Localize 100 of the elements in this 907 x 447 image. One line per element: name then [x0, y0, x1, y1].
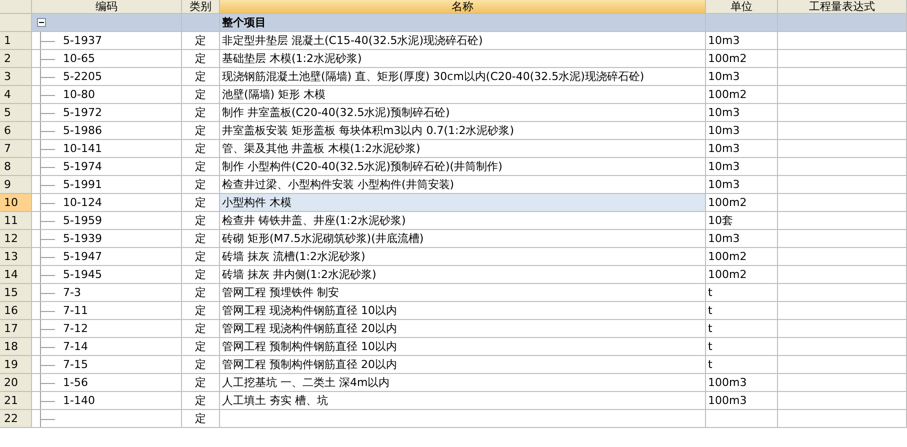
- row-number[interactable]: 3: [0, 68, 32, 86]
- table-cell: 100m2: [706, 194, 778, 212]
- table-cell: 管网工程 预埋铁件 制安: [220, 284, 706, 302]
- table-cell: 定: [182, 302, 220, 320]
- column-header[interactable]: 编码: [32, 0, 182, 14]
- table-cell: 定: [182, 320, 220, 338]
- table-cell: 100m2: [706, 248, 778, 266]
- column-header[interactable]: 工程量表达式: [778, 0, 907, 14]
- table-cell: [706, 14, 778, 32]
- table-cell: 定: [182, 122, 220, 140]
- table-cell: 定: [182, 248, 220, 266]
- row-number[interactable]: 2: [0, 50, 32, 68]
- row-number[interactable]: 13: [0, 248, 32, 266]
- table-cell: 管网工程 预制构件钢筋直径 20以内: [220, 356, 706, 374]
- table-cell: 砖墙 抹灰 流槽(1:2水泥砂浆): [220, 248, 706, 266]
- table-cell: 定: [182, 104, 220, 122]
- table-cell: 定: [182, 176, 220, 194]
- tree-line: [40, 176, 55, 193]
- table-cell: 10m3: [706, 32, 778, 50]
- table-cell: 100m2: [706, 266, 778, 284]
- row-number[interactable]: 14: [0, 266, 32, 284]
- tree-line: [40, 266, 55, 283]
- table-cell-text: 5-2205: [63, 69, 102, 85]
- table-cell-text: 1-56: [63, 375, 88, 391]
- tree-line: [40, 104, 55, 121]
- tree-line: [40, 50, 55, 67]
- table-cell: t: [706, 338, 778, 356]
- row-number[interactable]: 12: [0, 230, 32, 248]
- row-number[interactable]: 16: [0, 302, 32, 320]
- table-cell: 定: [182, 86, 220, 104]
- table-cell: 管网工程 预制构件钢筋直径 10以内: [220, 338, 706, 356]
- table-cell: 人工挖基坑 一、二类土 深4m以内: [220, 374, 706, 392]
- table-cell-text: 7-15: [63, 357, 88, 373]
- table-cell: 管网工程 现浇构件钢筋直径 20以内: [220, 320, 706, 338]
- column-header[interactable]: 单位: [706, 0, 778, 14]
- table-cell: 定: [182, 32, 220, 50]
- table-cell: 10m3: [706, 104, 778, 122]
- table-cell: 定: [182, 50, 220, 68]
- table-cell: 检查井 铸铁井盖、井座(1:2水泥砂浆): [220, 212, 706, 230]
- table-cell: 定: [182, 374, 220, 392]
- table-cell: 砖墙 抹灰 井内侧(1:2水泥砂浆): [220, 266, 706, 284]
- tree-line: [40, 140, 55, 157]
- table-cell: 池壁(隔墙) 矩形 木模: [220, 86, 706, 104]
- table-cell-text: 5-1974: [63, 159, 102, 175]
- group-label: 整个项目: [220, 14, 706, 32]
- row-number[interactable]: 11: [0, 212, 32, 230]
- tree-line: [40, 86, 55, 103]
- tree-line: [40, 212, 55, 229]
- collapse-toggle-icon[interactable]: [37, 18, 46, 27]
- row-number[interactable]: 10: [0, 194, 32, 212]
- table-cell-text: 1-140: [63, 393, 95, 409]
- row-number[interactable]: 22: [0, 410, 32, 428]
- table-cell: 定: [182, 140, 220, 158]
- table-cell: 定: [182, 284, 220, 302]
- tree-line: [40, 356, 55, 373]
- corner-header: [0, 0, 32, 14]
- row-number[interactable]: 15: [0, 284, 32, 302]
- table-cell-text: 10-124: [63, 195, 102, 211]
- table-cell-text: 10-141: [63, 141, 102, 157]
- table-cell-text: 7-14: [63, 339, 88, 355]
- row-number[interactable]: 7: [0, 140, 32, 158]
- table-cell-text: 5-1939: [63, 231, 102, 247]
- table-cell: 10m3: [706, 140, 778, 158]
- table-cell: 定: [182, 356, 220, 374]
- tree-line: [40, 248, 55, 265]
- row-number[interactable]: 9: [0, 176, 32, 194]
- table-cell: 非定型井垫层 混凝土(C15-40(32.5水泥)现浇碎石砼): [220, 32, 706, 50]
- table-cell: 定: [182, 230, 220, 248]
- row-number[interactable]: 6: [0, 122, 32, 140]
- row-number[interactable]: 5: [0, 104, 32, 122]
- row-number[interactable]: 17: [0, 320, 32, 338]
- table-cell: [706, 410, 778, 428]
- table-cell: 管、渠及其他 井盖板 木模(1:2水泥砂浆): [220, 140, 706, 158]
- table-cell-text: 5-1959: [63, 213, 102, 229]
- tree-line: [40, 302, 55, 319]
- row-number[interactable]: 1: [0, 32, 32, 50]
- table-cell: 定: [182, 266, 220, 284]
- table-cell-text: 5-1972: [63, 105, 102, 121]
- table-cell: 10m3: [706, 68, 778, 86]
- table-cell: t: [706, 320, 778, 338]
- row-number[interactable]: 21: [0, 392, 32, 410]
- table-cell: 人工填土 夯实 槽、坑: [220, 392, 706, 410]
- row-number[interactable]: 18: [0, 338, 32, 356]
- tree-line: [40, 392, 55, 409]
- table-cell: 砖砌 矩形(M7.5水泥砌筑砂浆)(井底流槽): [220, 230, 706, 248]
- tree-line: [40, 410, 55, 427]
- row-number[interactable]: 4: [0, 86, 32, 104]
- row-number[interactable]: 20: [0, 374, 32, 392]
- table-cell: 10m3: [706, 158, 778, 176]
- tree-line: [40, 374, 55, 391]
- column-header[interactable]: 名称: [220, 0, 706, 14]
- table-cell: 10m3: [706, 122, 778, 140]
- table-cell: 井室盖板安装 矩形盖板 每块体积m3以内 0.7(1:2水泥砂浆): [220, 122, 706, 140]
- row-number[interactable]: 8: [0, 158, 32, 176]
- table-cell: 100m3: [706, 374, 778, 392]
- table-cell-text: 7-11: [63, 303, 88, 319]
- tree-line: [40, 230, 55, 247]
- row-number[interactable]: 19: [0, 356, 32, 374]
- column-header[interactable]: 类别: [182, 0, 220, 14]
- table-cell: 定: [182, 410, 220, 428]
